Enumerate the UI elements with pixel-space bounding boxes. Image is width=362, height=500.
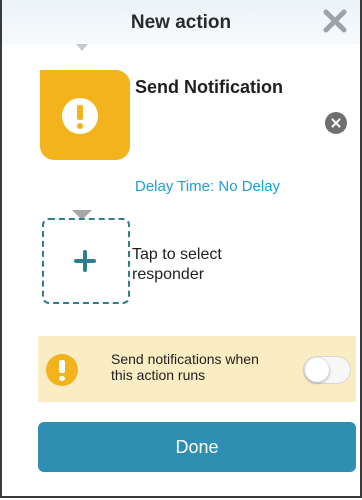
exclamation-icon [62, 98, 98, 134]
toggle-knob [305, 358, 329, 382]
remove-action-icon[interactable] [325, 112, 347, 134]
notification-toggle[interactable] [303, 356, 351, 384]
add-responder-label: Tap to select responder [132, 246, 222, 283]
delay-time-link[interactable]: Delay Time: No Delay [135, 178, 280, 195]
plus-icon [68, 249, 102, 273]
header-bar: New action [2, 0, 360, 44]
close-icon[interactable] [322, 8, 348, 34]
warning-icon [46, 354, 78, 386]
banner-text: Send notifications when this action runs [111, 351, 259, 383]
action-name: Send Notification [135, 77, 283, 97]
done-button[interactable]: Done [38, 422, 356, 472]
dialog-title: New action [130, 12, 232, 33]
action-tile[interactable] [40, 70, 130, 160]
dialog: New action Send Notification Delay Time:… [0, 0, 362, 498]
add-responder-button[interactable] [42, 218, 130, 304]
connector-arrow-top [76, 44, 88, 51]
notification-banner: Send notifications when this action runs [38, 336, 356, 402]
